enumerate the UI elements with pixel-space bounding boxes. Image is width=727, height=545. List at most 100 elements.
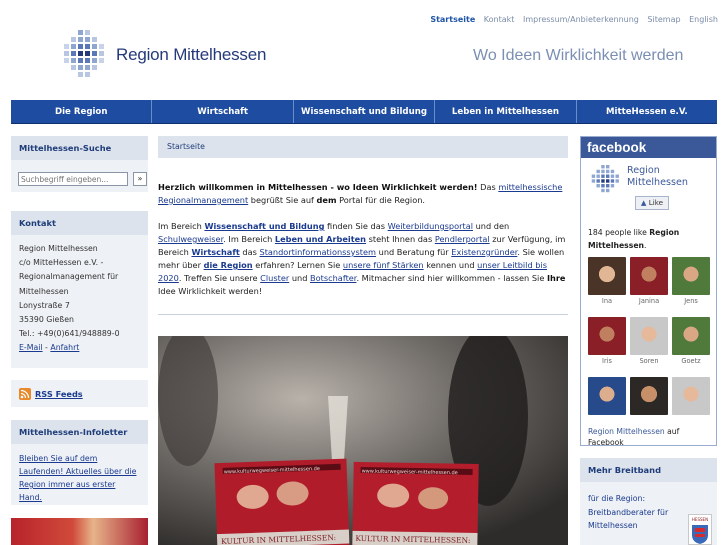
text-bold: dem [316,195,337,205]
link-wirtschaft[interactable]: Wirtschaft [191,247,239,257]
text: Facebook [588,438,624,447]
text: steht Ihnen das [366,234,435,244]
kultur-photo[interactable]: www.kulturwegweiser-mittelhessen.de KULT… [158,336,568,545]
text: finden Sie das [324,221,388,231]
email-link[interactable]: E-Mail [19,343,43,352]
kultur-banner-image[interactable] [11,518,148,545]
nav-mittehessen-ev[interactable]: MitteHessen e.V. [577,100,717,123]
contact-line: Regionalmanagement für [19,272,119,282]
hessen-logo-icon[interactable]: HESSEN [688,514,712,545]
slogan: Wo Ideen Wirklichkeit werden [473,47,684,64]
topnav-kontakt[interactable]: Kontakt [484,15,515,24]
text: und Beratung für [376,247,452,257]
contact-line: Lonystraße 7 [19,300,70,310]
link-existenzgruender[interactable]: Existenzgründer [451,247,517,257]
fan-name: Janina [638,297,660,305]
contact-line: Mittelhessen [19,286,69,296]
top-navigation: Startseite Kontakt Impressum/Anbieterken… [424,15,718,24]
fan-profile[interactable]: Jens [672,257,710,305]
link-leben-arbeiten[interactable]: Leben und Arbeiten [275,234,366,244]
facebook-widget: facebook Region Mittelhessen ▲ Like 184 … [580,136,717,448]
region-logo-small-icon[interactable] [591,165,621,199]
text: . Treffen Sie unsere [178,273,261,283]
fan-avatar [672,377,710,415]
text: begrüßt Sie auf [248,195,317,205]
facebook-fan-count: 184 people like Region Mittelhessen. [588,227,712,252]
fan-avatar [630,377,668,415]
infoletter-box: Mittelhessen-Infoletter Bleiben Sie auf … [11,420,148,505]
link-fuenf-staerken[interactable]: unsere fünf Stärken [343,260,424,270]
facebook-like-button[interactable]: ▲ Like [635,196,669,210]
text: Idee Wirklichkeit werden! [158,286,263,296]
link-pendlerportal[interactable]: Pendlerportal [435,234,490,244]
contact-address: Region Mittelhessen c/o MitteHessen e.V.… [11,235,148,363]
search-title: Mittelhessen-Suche [11,136,148,160]
fan-avatar [630,317,668,355]
intro-paragraph-1: Herzlich willkommen in Mittelhessen - wo… [158,181,570,207]
text: 184 people like [588,228,650,237]
fan-profile[interactable] [630,377,668,417]
link-weiterbildungsportal[interactable]: Weiterbildungsportal [388,221,473,231]
fan-profile[interactable] [588,377,626,417]
intro-paragraph-2: Im Bereich Wissenschaft und Bildung find… [158,220,570,298]
header: Startseite Kontakt Impressum/Anbieterken… [0,0,727,100]
welcome-heading: Herzlich willkommen in Mittelhessen - wo… [158,182,478,192]
link-schulwegweiser[interactable]: Schulwegweiser [158,234,223,244]
like-label: Like [648,198,664,207]
rss-box[interactable]: RSS Feeds [11,380,148,407]
fan-profile[interactable]: Soren [630,317,668,365]
fan-profile[interactable] [672,377,710,417]
rss-link[interactable]: RSS Feeds [35,389,83,399]
contact-links: E-Mail - Anfahrt [19,341,140,355]
contact-line: 35390 Gießen [19,315,74,325]
nav-die-region[interactable]: Die Region [11,100,153,123]
logo-text[interactable]: Region Mittelhessen [116,45,266,65]
fan-profile[interactable]: Janina [630,257,668,305]
text: das [239,247,260,257]
fan-profile[interactable]: Iris [588,317,626,365]
text-bold: Ihre [546,273,566,283]
fan-profile[interactable]: Ina [588,257,626,305]
hessen-logo-text: HESSEN [691,517,709,522]
facebook-page: Region Mittelhessen ▲ Like [587,165,713,215]
infoletter-link[interactable]: Bleiben Sie auf dem Laufenden! Aktuelles… [19,454,136,502]
breadcrumb: Startseite [158,136,568,158]
fan-name: Ina [601,297,613,305]
thumbs-up-icon: ▲ [640,198,647,207]
search-button[interactable]: » [133,172,147,186]
link-botschafter[interactable]: Botschafter [310,273,356,283]
rss-icon[interactable] [19,387,31,400]
breitband-title: Mehr Breitband [580,458,717,482]
link-die-region[interactable]: die Region [204,260,253,270]
nav-wirtschaft[interactable]: Wirtschaft [152,100,294,123]
contact-title: Kontakt [11,211,148,235]
facebook-header[interactable]: facebook [581,137,716,158]
facebook-page-name[interactable]: Region Mittelhessen [627,165,713,189]
nav-leben-mittelhessen[interactable]: Leben in Mittelhessen [435,100,577,123]
region-logo-icon[interactable] [63,30,107,80]
topnav-startseite[interactable]: Startseite [430,15,475,24]
facebook-footer: Region Mittelhessen auf Facebook [588,426,712,448]
link-wissenschaft-bildung[interactable]: Wissenschaft und Bildung [204,221,324,231]
text: . Im Bereich [223,234,275,244]
main-navigation: Die Region Wirtschaft Wissenschaft und B… [11,100,717,124]
facebook-page-link[interactable]: Region Mittelhessen [588,427,665,436]
link-standortinformationssystem[interactable]: Standortinformationssystem [260,247,377,257]
text: und [289,273,311,283]
fan-avatar [588,257,626,295]
fan-avatar [672,317,710,355]
contact-box: Kontakt Region Mittelhessen c/o MitteHes… [11,211,148,368]
topnav-sitemap[interactable]: Sitemap [647,15,680,24]
topnav-english[interactable]: English [689,15,718,24]
fan-profile[interactable]: Goetz [672,317,710,365]
search-input[interactable] [18,172,128,186]
nav-wissenschaft-bildung[interactable]: Wissenschaft und Bildung [294,100,436,123]
text: Portal für die Region. [336,195,426,205]
directions-link[interactable]: Anfahrt [50,343,79,352]
text: auf [664,427,680,436]
search-box: Mittelhessen-Suche » [11,136,148,192]
fan-name: Soren [639,357,659,365]
fan-name: Jens [684,297,698,305]
link-cluster[interactable]: Cluster [260,273,289,283]
topnav-impressum[interactable]: Impressum/Anbieterkennung [523,15,639,24]
